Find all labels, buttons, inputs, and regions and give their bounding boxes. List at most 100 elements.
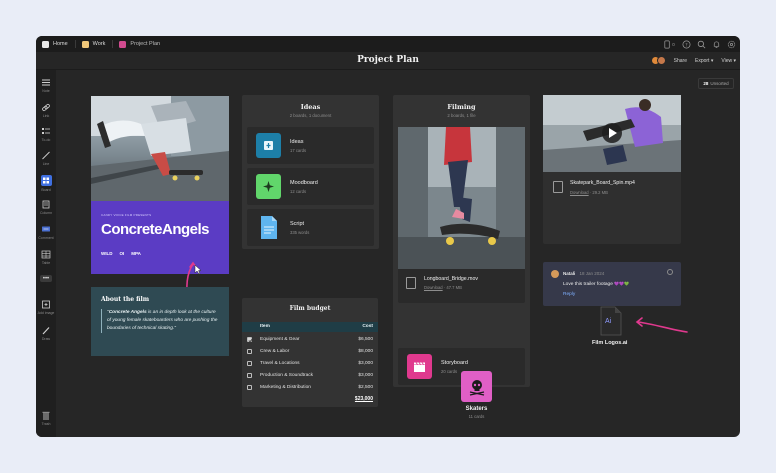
ideas-column[interactable]: Ideas 2 boards, 1 document Ideas 17 card… bbox=[242, 95, 379, 249]
tool-label: Link bbox=[42, 114, 50, 118]
tool-note[interactable]: Note bbox=[36, 78, 56, 93]
comment-message: Love this trailer footage bbox=[563, 282, 613, 287]
checkbox[interactable] bbox=[247, 349, 252, 354]
draw-icon bbox=[40, 326, 52, 335]
unsorted-label: Unsorted bbox=[710, 81, 729, 86]
help-icon[interactable]: ? bbox=[681, 39, 691, 49]
collaborator-avatars[interactable] bbox=[650, 56, 666, 65]
ideas-board-icon bbox=[256, 133, 281, 158]
checkbox[interactable] bbox=[247, 361, 252, 366]
checkbox[interactable] bbox=[247, 385, 252, 390]
table-row[interactable]: Crew & Labor $8,000 bbox=[242, 346, 378, 358]
column-header-cost: Cost bbox=[362, 324, 373, 329]
tool-label: Board bbox=[41, 188, 51, 192]
app-window: Home Work Project Plan 0 ? Project Plan … bbox=[36, 36, 740, 437]
comment-author: Natali bbox=[563, 271, 576, 276]
breadcrumb-project-plan[interactable]: Project Plan bbox=[119, 40, 160, 48]
about-the-film-note[interactable]: About the film "Concrete Angels is an in… bbox=[91, 287, 229, 356]
tool-more[interactable]: ••• bbox=[36, 275, 56, 284]
about-title: About the film bbox=[101, 296, 150, 303]
video-card-longboard[interactable]: Longboard_Bridge.mov Download · 47.7 MB bbox=[398, 127, 525, 303]
breadcrumb-label: Work bbox=[92, 41, 106, 47]
board-card-count: 20 cards bbox=[441, 369, 458, 374]
board-card-moodboard[interactable]: Moodboard 12 cards bbox=[247, 168, 374, 205]
settings-icon[interactable] bbox=[726, 39, 736, 49]
row-cost: $3,000 bbox=[358, 361, 373, 366]
table-title: Film budget bbox=[289, 305, 331, 312]
tool-label: Trash bbox=[41, 422, 51, 426]
avatar bbox=[551, 270, 559, 278]
download-link[interactable]: Download bbox=[570, 190, 589, 195]
tool-link[interactable]: Link bbox=[36, 103, 56, 118]
breadcrumb-separator bbox=[112, 40, 114, 48]
tool-label: Draw bbox=[41, 337, 51, 341]
search-icon[interactable] bbox=[696, 39, 706, 49]
cover-photo[interactable] bbox=[91, 96, 229, 201]
chevron-down-icon: ▾ bbox=[710, 57, 714, 64]
note-icon bbox=[40, 78, 52, 87]
svg-text:?: ? bbox=[685, 42, 688, 48]
table-row[interactable]: Production & Soundtrack $3,000 bbox=[242, 370, 378, 382]
download-link[interactable]: Download bbox=[424, 285, 443, 290]
bell-icon[interactable] bbox=[711, 39, 721, 49]
tool-label: Column bbox=[39, 211, 53, 215]
skull-icon[interactable] bbox=[461, 371, 492, 402]
board-name: Moodboard bbox=[290, 180, 318, 186]
row-item: Crew & Labor bbox=[260, 349, 290, 354]
table-row[interactable]: Marketing & Distribution $2,500 bbox=[242, 382, 378, 394]
board-title: Project Plan bbox=[357, 55, 419, 65]
tool-table[interactable]: Table bbox=[36, 250, 56, 265]
board-card-ideas[interactable]: Ideas 17 cards bbox=[247, 127, 374, 164]
export-label: Export bbox=[694, 57, 710, 64]
illustrator-file-icon[interactable]: Ai bbox=[600, 306, 622, 336]
table-row[interactable]: Travel & Locations $3,000 bbox=[242, 358, 378, 370]
tool-sidebar: Note Link To-do Line Board Column Commen… bbox=[36, 70, 56, 437]
film-budget-table[interactable]: Film budget Item Cost Equipment & Gear $… bbox=[242, 298, 378, 407]
column-icon bbox=[40, 200, 52, 209]
unsorted-count: 28 bbox=[703, 81, 709, 86]
breadcrumb-work[interactable]: Work bbox=[81, 40, 106, 48]
table-header: Item Cost bbox=[242, 322, 378, 332]
export-menu[interactable]: Export ▾ bbox=[695, 58, 713, 64]
checkbox-checked[interactable] bbox=[247, 337, 253, 343]
filming-column[interactable]: Filming 2 boards, 1 file Longboard_Bridg… bbox=[393, 95, 530, 387]
column-subtitle: 2 boards, 1 document bbox=[289, 113, 332, 118]
device-icon[interactable]: 0 bbox=[662, 39, 676, 49]
top-bar: Home Work Project Plan 0 ? bbox=[36, 36, 740, 52]
trash-icon bbox=[40, 411, 52, 420]
comment-menu-icon[interactable] bbox=[667, 269, 673, 275]
file-size: 29.2 MB bbox=[592, 190, 608, 195]
logo-wild: WILD bbox=[101, 251, 113, 256]
breadcrumb-home[interactable]: Home bbox=[42, 40, 68, 48]
tool-todo[interactable]: To-do bbox=[36, 127, 56, 142]
table-row[interactable]: Equipment & Gear $6,500 bbox=[242, 334, 378, 346]
file-name: Skatepark_Board_Spin.mp4 bbox=[570, 180, 635, 186]
board-header: Project Plan Share Export ▾ View ▾ bbox=[36, 52, 740, 70]
row-cost: $8,000 bbox=[358, 349, 373, 354]
link-icon bbox=[40, 103, 52, 112]
avatar bbox=[656, 56, 666, 65]
share-button[interactable]: Share bbox=[674, 58, 687, 64]
tool-label: Add image bbox=[37, 311, 55, 315]
video-file-icon bbox=[553, 181, 563, 193]
board-name: Ideas bbox=[290, 139, 304, 145]
reply-button[interactable]: Reply bbox=[563, 292, 575, 297]
video-card-skatepark[interactable]: Skatepark_Board_Spin.mp4 Download · 29.2… bbox=[543, 95, 681, 244]
tool-comment[interactable]: Comment bbox=[36, 225, 56, 240]
view-menu[interactable]: View ▾ bbox=[721, 58, 736, 64]
document-name: Script bbox=[290, 221, 305, 227]
unsorted-button[interactable]: 28 Unsorted bbox=[698, 78, 734, 89]
checkbox[interactable] bbox=[247, 373, 252, 378]
work-board-icon bbox=[81, 40, 89, 48]
tool-trash[interactable]: Trash bbox=[36, 411, 56, 426]
tool-add-image[interactable]: Add image bbox=[36, 300, 56, 315]
tool-draw[interactable]: Draw bbox=[36, 326, 56, 341]
comment-card[interactable]: Natali 18 Jan 2024 Love this trailer foo… bbox=[543, 262, 681, 306]
tool-board[interactable]: Board bbox=[36, 175, 56, 192]
annotation-arrow bbox=[635, 317, 688, 333]
tool-line[interactable]: Line bbox=[36, 151, 56, 166]
project-plan-board-icon bbox=[119, 40, 127, 48]
document-card-script[interactable]: Script 335 words bbox=[247, 209, 374, 246]
tool-label: Line bbox=[42, 162, 50, 166]
tool-column[interactable]: Column bbox=[36, 200, 56, 215]
